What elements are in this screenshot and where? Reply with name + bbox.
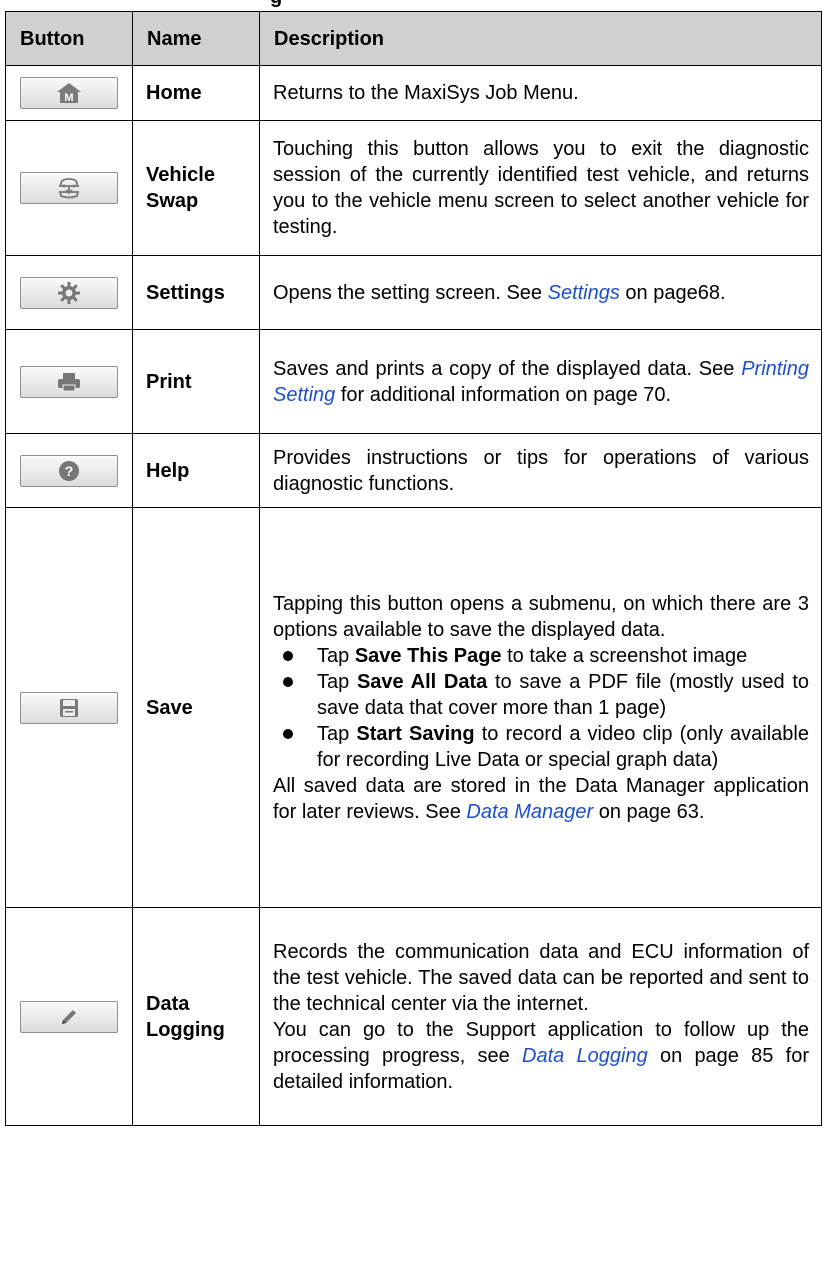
save-button[interactable] <box>20 691 118 724</box>
buttons-table: Button Name Description M Home Returns t… <box>5 11 822 1126</box>
row-description: Saves and prints a copy of the displayed… <box>259 329 822 434</box>
row-description: Provides instructions or tips for operat… <box>259 433 822 508</box>
help-button[interactable]: ? <box>20 454 118 487</box>
row-description: Records the communication data and ECU i… <box>259 907 822 1126</box>
row-description: Touching this button allows you to exit … <box>259 120 822 256</box>
save-intro: Tapping this button opens a submenu, on … <box>273 592 809 641</box>
settings-link[interactable]: Settings <box>548 282 620 304</box>
list-item: Tap Save This Page to take a screenshot … <box>283 643 809 669</box>
vehicle-swap-icon <box>58 178 80 199</box>
header-button: Button <box>5 11 133 66</box>
list-item: Tap Save All Data to save a PDF file (mo… <box>283 669 809 721</box>
row-name: Help <box>132 433 260 508</box>
svg-text:?: ? <box>65 463 74 479</box>
row-name: Print <box>132 329 260 434</box>
save-outro: All saved data are stored in the Data Ma… <box>273 774 809 823</box>
data-logging-link[interactable]: Data Logging <box>522 1045 648 1067</box>
table-row: M Home Returns to the MaxiSys Job Menu. <box>5 65 822 121</box>
gear-icon <box>58 281 80 304</box>
table-row: ? Help Provides instructions or tips for… <box>5 433 822 508</box>
row-name: Home <box>132 65 260 121</box>
table-row: Vehicle Swap Touching this button allows… <box>5 120 822 256</box>
row-description: Tapping this button opens a submenu, on … <box>259 507 822 908</box>
home-button[interactable]: M <box>20 77 118 109</box>
vehicle-swap-button[interactable] <box>20 172 118 204</box>
table-row: Settings Opens the setting screen. See S… <box>5 255 822 330</box>
bullet-icon <box>283 650 293 661</box>
printer-icon <box>58 372 80 391</box>
table-caption: g <box>270 0 282 9</box>
table-row: Data Logging Records the communication d… <box>5 907 822 1126</box>
row-description: Returns to the MaxiSys Job Menu. <box>259 65 822 121</box>
header-name: Name <box>132 11 260 66</box>
save-options-list: Tap Save This Page to take a screenshot … <box>273 643 809 773</box>
data-logging-button[interactable] <box>20 1000 118 1033</box>
row-name: Vehicle Swap <box>132 120 260 256</box>
table-header-row: Button Name Description <box>5 11 822 66</box>
data-manager-link[interactable]: Data Manager <box>466 801 593 823</box>
list-item: Tap Start Saving to record a video clip … <box>283 721 809 773</box>
settings-button[interactable] <box>20 276 118 309</box>
print-button[interactable] <box>20 365 118 398</box>
question-icon: ? <box>59 460 79 481</box>
row-name: Save <box>132 507 260 908</box>
svg-text:M: M <box>64 92 73 104</box>
row-name: Data Logging <box>132 907 260 1126</box>
home-m-icon: M <box>57 83 81 104</box>
row-name: Settings <box>132 255 260 330</box>
bullet-icon <box>283 676 293 687</box>
table-row: Print Saves and prints a copy of the dis… <box>5 329 822 434</box>
floppy-disk-icon <box>60 698 78 717</box>
header-description: Description <box>259 11 822 66</box>
row-description: Opens the setting screen. See Settings o… <box>259 255 822 330</box>
table-row: Save Tapping this button opens a submenu… <box>5 507 822 908</box>
bullet-icon <box>283 728 293 739</box>
pencil-icon <box>62 1009 76 1024</box>
